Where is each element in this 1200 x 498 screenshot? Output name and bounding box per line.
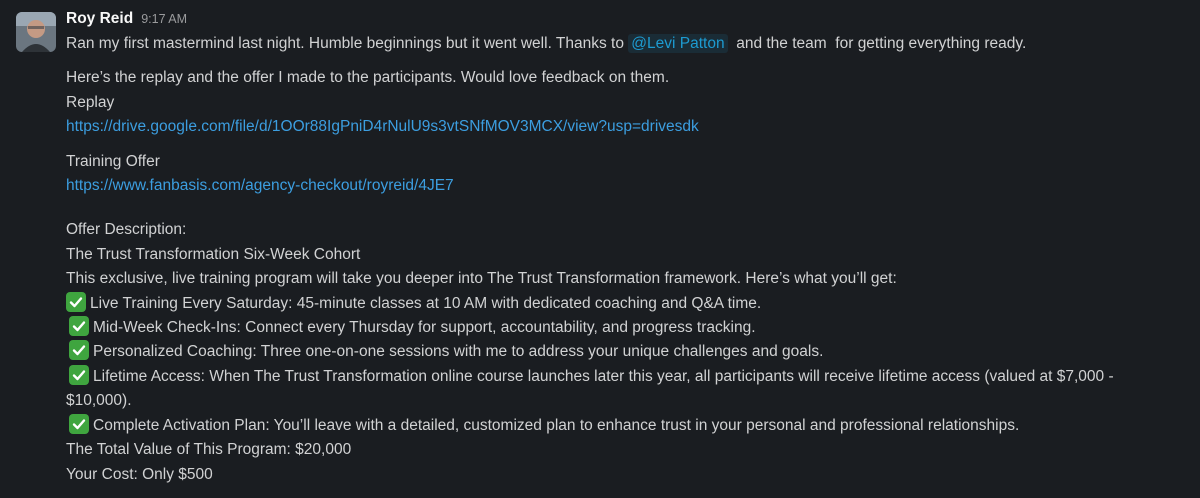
- white-check-mark-icon: [69, 340, 89, 361]
- list-item: Personalized Coaching: Three one-on-one …: [66, 340, 1180, 364]
- white-check-mark-icon: [69, 364, 89, 385]
- bullet-text: Personalized Coaching: Three one-on-one …: [93, 343, 824, 361]
- list-item: Mid-Week Check-Ins: Connect every Thursd…: [66, 316, 1180, 340]
- bullet-continuation: $10,000).: [66, 392, 132, 410]
- bullet-text: Mid-Week Check-Ins: Connect every Thursd…: [93, 319, 756, 337]
- avatar[interactable]: [16, 12, 56, 52]
- replay-link[interactable]: https://drive.google.com/file/d/1OOr88Ig…: [66, 118, 699, 135]
- program-intro: This exclusive, live training program wi…: [66, 270, 897, 288]
- intro-line: Ran my first mastermind last night. Humb…: [66, 32, 1180, 56]
- list-item: Lifetime Access: When The Trust Transfor…: [66, 364, 1180, 389]
- bullet-text: Live Training Every Saturday: 45-minute …: [90, 294, 762, 312]
- white-check-mark-icon: [66, 291, 86, 312]
- total-value: The Total Value of This Program: $20,000: [66, 441, 352, 459]
- message: Roy Reid 9:17 AM Ran my first mastermind…: [0, 0, 1200, 498]
- list-item: Complete Activation Plan: You’ll leave w…: [66, 413, 1180, 438]
- timestamp[interactable]: 9:17 AM: [141, 12, 187, 26]
- bullet-text: Complete Activation Plan: You’ll leave w…: [93, 416, 1020, 434]
- white-check-mark-icon: [69, 413, 89, 434]
- replay-intro: Here’s the replay and the offer I made t…: [66, 69, 670, 87]
- replay-label: Replay: [66, 93, 115, 111]
- intro-text-end: and the team for getting everything read…: [736, 35, 1027, 52]
- offer-label: Training Offer: [66, 152, 160, 170]
- offer-link[interactable]: https://www.fanbasis.com/agency-checkout…: [66, 177, 454, 194]
- offer-description-label: Offer Description:: [66, 221, 187, 239]
- bullet-text: Lifetime Access: When The Trust Transfor…: [93, 367, 1114, 385]
- white-check-mark-icon: [69, 316, 89, 337]
- author-name[interactable]: Roy Reid: [66, 10, 133, 28]
- program-title: The Trust Transformation Six-Week Cohort: [66, 245, 361, 263]
- list-item: Live Training Every Saturday: 45-minute …: [66, 291, 1180, 316]
- your-cost: Your Cost: Only $500: [66, 465, 213, 483]
- user-mention[interactable]: @Levi Patton: [628, 34, 728, 53]
- intro-text: Ran my first mastermind last night. Humb…: [66, 35, 624, 52]
